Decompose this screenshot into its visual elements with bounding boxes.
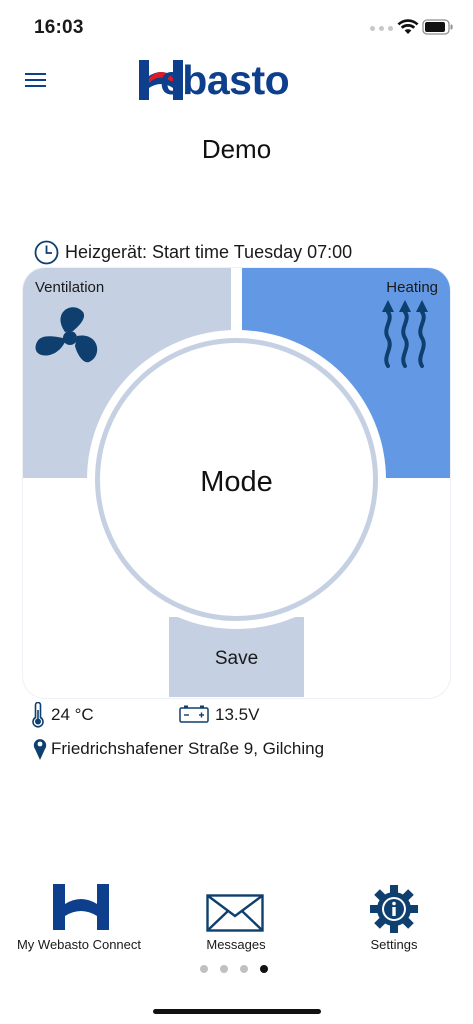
nav-messages[interactable]: Messages [196,880,276,960]
status-time: 16:03 [34,17,84,38]
wifi-icon [397,19,419,34]
voltage-value: 13.5V [215,705,260,724]
webasto-logo-icon [53,884,109,930]
envelope-icon [206,894,264,932]
signal-dots-icon [370,26,393,31]
nav-label: Settings [370,937,418,952]
status-bar: 16:03 [0,0,473,56]
fan-icon [35,307,98,363]
clock-icon [34,240,59,265]
heat-waves-icon [382,300,428,368]
ventilation-label: Ventilation [35,279,105,296]
device-title: Demo [201,134,272,164]
save-button[interactable]: Save [169,617,304,697]
home-indicator[interactable] [153,1009,321,1014]
thermometer-icon [32,702,44,728]
schedule-text[interactable]: Heizgerät: Start time Tuesday 07:00 [65,242,352,263]
menu-icon[interactable] [24,70,48,90]
page-dot-active[interactable] [260,965,268,973]
page-indicator[interactable] [200,965,268,973]
mode-label: Mode [200,466,273,498]
gear-info-icon [370,885,418,933]
car-battery-icon [179,705,209,723]
page-dot[interactable] [220,965,228,973]
page-dot[interactable] [240,965,248,973]
nav-label: My Webasto Connect [16,937,142,952]
location-pin-icon [33,739,47,760]
heating-label: Heating [386,279,438,296]
battery-icon [422,19,453,35]
nav-settings[interactable]: Settings [358,880,430,960]
logo-wordmark: ebasto [160,57,290,103]
nav-label: Messages [206,937,266,952]
address-value: Friedrichshafener Straße 9, Gilching [51,739,325,758]
nav-my-webasto-connect[interactable]: My Webasto Connect [8,880,150,960]
save-label: Save [214,648,259,669]
temperature-value: 24 °C [51,705,94,724]
page-dot[interactable] [200,965,208,973]
